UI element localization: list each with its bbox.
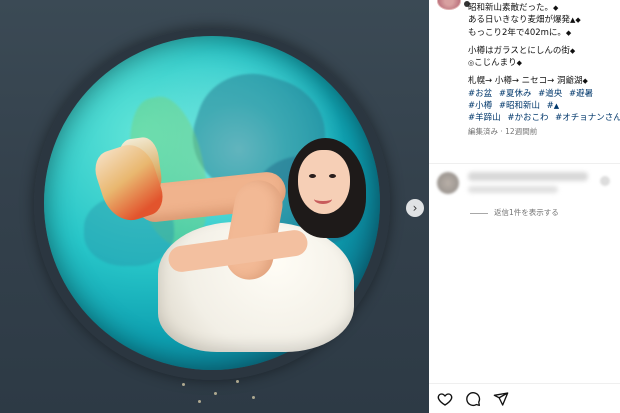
view-replies-button[interactable]: 返信1件を表示する: [470, 207, 559, 218]
eye: [309, 174, 316, 178]
hashtag-link[interactable]: #小樽: [468, 101, 492, 111]
divider: [429, 163, 620, 164]
smile: [314, 194, 332, 204]
comment-like-icon[interactable]: [600, 176, 610, 186]
post-caption: 昭和新山素敵だった。◆ ある日いきなり麦畑が爆発▲◆ もっこり2年で402mに。…: [468, 2, 620, 138]
hashtag-link[interactable]: #お盆: [468, 89, 492, 99]
hashtag-link[interactable]: #昭和新山: [499, 101, 540, 111]
chevron-right-icon[interactable]: ›: [406, 199, 424, 217]
face: [298, 150, 350, 214]
person-figure: [0, 0, 429, 413]
hashtag-link[interactable]: #▲: [547, 101, 560, 111]
dust-speck: [252, 396, 255, 399]
replies-line: [470, 212, 488, 214]
hashtag-row: #小樽 #昭和新山 #▲: [468, 100, 618, 112]
post-media[interactable]: ›: [0, 0, 429, 413]
hashtag-link[interactable]: #羊蹄山: [468, 113, 501, 123]
hashtag-row: #羊蹄山 #かおこわ #オチョナンさん: [468, 112, 620, 124]
hashtag-link[interactable]: #かおこわ: [507, 113, 548, 123]
hashtag-link[interactable]: #避暑: [569, 89, 593, 99]
dust-speck: [198, 400, 201, 403]
eye: [329, 174, 336, 178]
dust-speck: [236, 380, 239, 383]
edited-timestamp: 編集済み · 12週間前: [468, 126, 538, 136]
dust-speck: [182, 383, 185, 386]
share-icon[interactable]: [493, 391, 509, 407]
heart-icon[interactable]: [437, 391, 453, 407]
commenter-avatar[interactable]: [437, 172, 459, 194]
dust-speck: [214, 392, 217, 395]
post-actions: [437, 391, 509, 409]
blurred-comment-meta: [468, 186, 558, 193]
caption-line: もっこり2年で402mに。◆: [468, 27, 572, 38]
hashtag-link[interactable]: #オチョナンさん: [555, 113, 620, 123]
divider: [429, 383, 620, 384]
caption-line: 昭和新山素敵だった。◆: [468, 3, 559, 13]
caption-line: 小樽はガラスとにしんの街◆: [468, 45, 576, 56]
caption-line: 札幌→ 小樽→ ニセコ→ 洞爺湖◆: [468, 76, 588, 87]
caption-line: ある日いきなり麦畑が爆発▲◆: [468, 15, 581, 26]
comment-icon[interactable]: [465, 391, 481, 407]
caption-line: ◎こじんまり◆: [468, 58, 523, 69]
hashtag-link[interactable]: #夏休み: [499, 89, 532, 99]
hashtag-link[interactable]: #道央: [538, 89, 562, 99]
hashtag-row: #お盆 #夏休み #道央 #避暑: [468, 88, 618, 100]
blurred-comment-text: [468, 172, 588, 181]
